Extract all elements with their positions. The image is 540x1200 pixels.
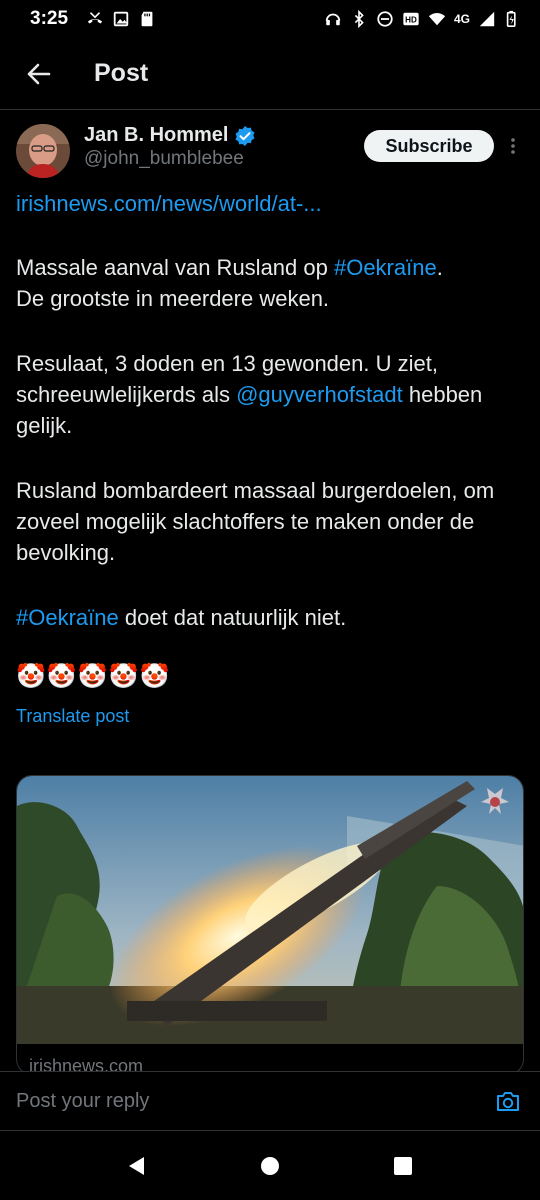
post: Jan B. Hommel @john_bumblebee Subscribe … bbox=[16, 110, 524, 727]
network-type: 4G bbox=[453, 12, 470, 26]
sd-card-icon bbox=[141, 11, 153, 27]
reply-input[interactable] bbox=[16, 1089, 492, 1113]
nav-recents-button[interactable] bbox=[383, 1146, 423, 1186]
hashtag-link[interactable]: #Oekraïne bbox=[334, 255, 437, 280]
hd-icon: HD bbox=[403, 12, 419, 26]
post-link[interactable]: irishnews.com/news/world/at-... bbox=[16, 188, 524, 218]
hashtag-link[interactable]: #Oekraïne bbox=[16, 605, 119, 630]
subscribe-button[interactable]: Subscribe bbox=[364, 130, 494, 162]
author-info: Jan B. Hommel @john_bumblebee bbox=[84, 124, 256, 170]
post-text: De grootste in meerdere weken. bbox=[16, 286, 330, 311]
post-body: irishnews.com/news/world/at-... Massale … bbox=[16, 188, 524, 692]
image-notification-icon bbox=[113, 11, 129, 27]
author-row: Jan B. Hommel @john_bumblebee Subscribe bbox=[16, 110, 524, 182]
circle-home-icon bbox=[260, 1157, 279, 1175]
bluetooth-icon bbox=[354, 10, 364, 28]
post-paragraph-4: #Oekraïne doet dat natuurlijk niet. bbox=[16, 602, 524, 633]
more-options-button[interactable] bbox=[502, 130, 524, 162]
missed-call-icon bbox=[87, 12, 103, 24]
post-text: . bbox=[436, 255, 443, 280]
back-button[interactable] bbox=[18, 54, 58, 94]
square-recents-icon bbox=[394, 1157, 413, 1175]
status-time: 3:25 bbox=[30, 8, 69, 29]
avatar[interactable] bbox=[16, 124, 70, 178]
system-nav-bar bbox=[0, 1132, 540, 1200]
cell-signal-icon bbox=[479, 11, 495, 27]
status-bar: 3:25 HD 4G bbox=[0, 0, 540, 38]
camera-button[interactable] bbox=[492, 1085, 524, 1117]
page-title: Post bbox=[94, 59, 149, 87]
translate-post-link[interactable]: Translate post bbox=[16, 706, 129, 727]
more-vertical-icon bbox=[511, 138, 515, 154]
mention-link[interactable]: @guyverhofstadt bbox=[236, 382, 403, 407]
link-card[interactable]: irishnews.com bbox=[16, 775, 524, 1075]
nav-home-button[interactable] bbox=[250, 1146, 290, 1186]
reply-bar bbox=[0, 1071, 540, 1131]
post-text: Rusland bombardeert massaal burgerdoelen… bbox=[16, 478, 495, 565]
post-text: doet dat natuurlijk niet. bbox=[118, 605, 347, 630]
nav-back-button[interactable] bbox=[117, 1146, 157, 1186]
post-paragraph-1: Massale aanval van Rusland op #Oekraïne.… bbox=[16, 252, 524, 314]
camera-icon bbox=[497, 1092, 519, 1111]
author-name[interactable]: Jan B. Hommel bbox=[84, 124, 228, 147]
post-paragraph-3: Rusland bombardeert massaal burgerdoelen… bbox=[16, 475, 524, 568]
author-name-row: Jan B. Hommel bbox=[84, 124, 256, 147]
battery-icon bbox=[506, 10, 516, 28]
post-text: Massale aanval van Rusland op bbox=[16, 255, 334, 280]
svg-text:HD: HD bbox=[405, 16, 417, 25]
do-not-disturb-icon bbox=[377, 11, 393, 27]
clown-emojis: 🤡🤡🤡🤡🤡 bbox=[16, 663, 171, 690]
verified-badge-icon bbox=[235, 125, 255, 146]
card-image bbox=[17, 776, 523, 1044]
headphones-icon bbox=[325, 13, 341, 26]
author-handle: @john_bumblebee bbox=[84, 148, 244, 169]
top-app-bar: Post bbox=[0, 38, 540, 110]
wifi-icon bbox=[428, 13, 446, 26]
status-right: HD 4G bbox=[324, 10, 522, 28]
post-paragraph-2: Resulaat, 3 doden en 13 gewonden. U ziet… bbox=[16, 348, 524, 441]
arrow-left-icon bbox=[27, 63, 51, 84]
avatar-image bbox=[16, 124, 70, 178]
triangle-back-icon bbox=[128, 1157, 144, 1175]
status-left: 3:25 bbox=[30, 8, 156, 30]
